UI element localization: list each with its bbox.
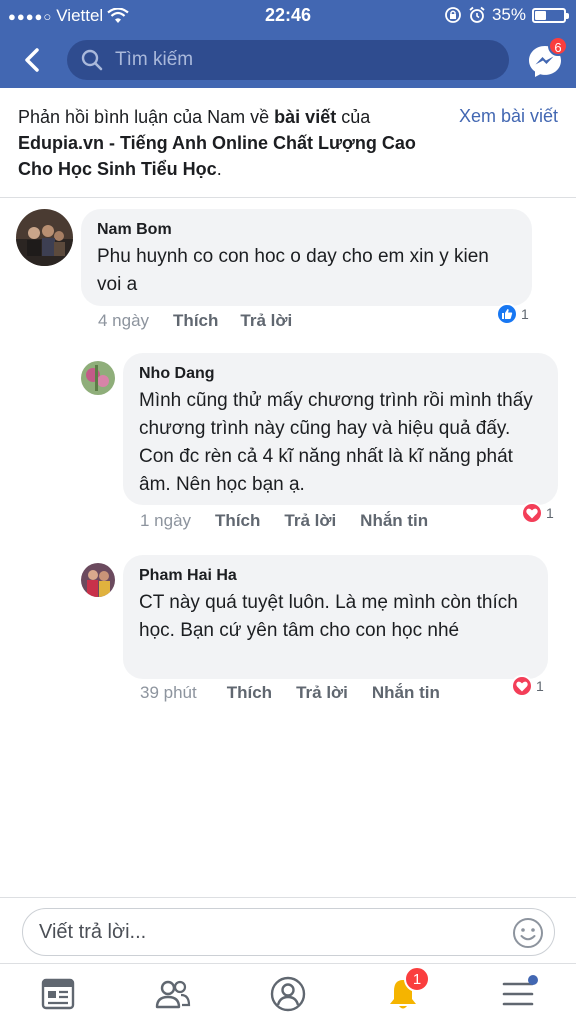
profile-icon — [270, 976, 306, 1012]
comment-bubble[interactable]: Nho Dang Mình cũng thử mấy chương trình … — [123, 353, 558, 505]
rotation-lock-icon — [445, 7, 461, 23]
notifications-badge: 1 — [404, 966, 430, 992]
tab-friends[interactable] — [153, 974, 193, 1014]
battery-fill — [535, 10, 546, 20]
love-reaction-icon — [511, 675, 533, 697]
avatar-photo — [81, 361, 115, 395]
nav-bar: Tìm kiếm — [0, 36, 576, 84]
context-part: Phản hồi bình luận của Nam về — [18, 107, 275, 127]
reaction-count: 1 — [521, 306, 529, 322]
avatar[interactable] — [81, 361, 115, 395]
comment-actions: 1 ngày Thích Trả lời Nhắn tin — [140, 511, 428, 531]
reply-button[interactable]: Trả lời — [284, 511, 336, 531]
reply-button[interactable]: Trả lời — [240, 311, 292, 331]
reply-context: Phản hồi bình luận của Nam về bài viết c… — [0, 88, 576, 198]
comment-author[interactable]: Nam Bom — [97, 221, 516, 239]
emoji-icon[interactable] — [512, 917, 544, 949]
news-feed-icon — [41, 978, 75, 1010]
heart-icon — [516, 681, 528, 691]
status-bar: ●●●●○ Viettel 22:46 35% — [0, 0, 576, 32]
comment-time[interactable]: 39 phút — [140, 683, 197, 703]
menu-new-dot — [528, 975, 538, 985]
search-input[interactable]: Tìm kiếm — [67, 40, 509, 80]
love-reaction-icon — [521, 502, 543, 524]
like-button[interactable]: Thích — [227, 683, 272, 703]
messenger-badge: 6 — [548, 36, 568, 56]
comment-text: Mình cũng thử mấy chương trình rồi mình … — [139, 390, 533, 495]
comment-author[interactable]: Nho Dang — [139, 365, 542, 383]
search-icon — [81, 49, 103, 71]
heart-icon — [526, 508, 538, 518]
message-button[interactable]: Nhắn tin — [372, 683, 440, 703]
battery-icon — [532, 7, 569, 23]
comment-time[interactable]: 1 ngày — [140, 511, 191, 531]
comment-bubble[interactable]: Pham Hai Ha CT này quá tuyệt luôn. Là mẹ… — [123, 555, 548, 679]
reaction-count: 1 — [536, 678, 544, 694]
like-button[interactable]: Thích — [173, 311, 218, 331]
context-part: . — [216, 159, 222, 179]
menu-icon — [502, 982, 534, 1006]
comment-actions: 4 ngày Thích Trả lời — [98, 311, 292, 331]
friends-icon — [155, 980, 191, 1009]
comment-bubble[interactable]: Nam Bom Phu huynh co con hoc o day cho e… — [81, 209, 532, 306]
search-placeholder: Tìm kiếm — [115, 49, 194, 70]
avatar-photo — [16, 209, 73, 266]
message-button[interactable]: Nhắn tin — [360, 511, 428, 531]
comment-text: Phu huynh co con hoc o day cho em xin y … — [97, 246, 489, 295]
reply-placeholder: Viết trả lời... — [39, 920, 147, 943]
reaction-summary[interactable]: 1 — [496, 303, 529, 325]
comment-time[interactable]: 4 ngày — [98, 311, 149, 331]
reaction-count: 1 — [546, 505, 554, 521]
bottom-tab-bar — [0, 963, 576, 1024]
reaction-summary[interactable]: 1 — [521, 502, 554, 524]
like-button[interactable]: Thích — [215, 511, 260, 531]
battery-percent: 35% — [491, 5, 526, 24]
comment-author[interactable]: Pham Hai Ha — [139, 567, 532, 585]
post-link[interactable]: bài viết — [274, 107, 336, 127]
top-header: ●●●●○ Viettel 22:46 35% Tìm kiếm — [0, 0, 576, 88]
reply-composer: Viết trả lời... — [0, 897, 576, 963]
like-reaction-icon — [496, 303, 518, 325]
thumbs-up-icon — [502, 309, 513, 319]
avatar[interactable] — [16, 209, 73, 266]
reply-input[interactable]: Viết trả lời... — [22, 908, 555, 956]
context-text: Phản hồi bình luận của Nam về bài viết c… — [18, 104, 428, 182]
alarm-icon — [469, 6, 485, 23]
tab-profile[interactable] — [268, 974, 308, 1014]
reaction-summary[interactable]: 1 — [511, 675, 544, 697]
chevron-left-icon — [25, 48, 39, 72]
back-button[interactable] — [14, 42, 50, 78]
status-right: 35% — [444, 5, 569, 25]
comment-actions: 39 phút Thích Trả lời Nhắn tin — [140, 683, 440, 703]
tab-news-feed[interactable] — [38, 974, 78, 1014]
avatar-photo — [81, 563, 115, 597]
view-post-link[interactable]: Xem bài viết — [459, 106, 558, 127]
reply-button[interactable]: Trả lời — [296, 683, 348, 703]
context-part: của — [336, 107, 371, 127]
avatar[interactable] — [81, 563, 115, 597]
comment-text: CT này quá tuyệt luôn. Là mẹ mình còn th… — [139, 592, 518, 641]
